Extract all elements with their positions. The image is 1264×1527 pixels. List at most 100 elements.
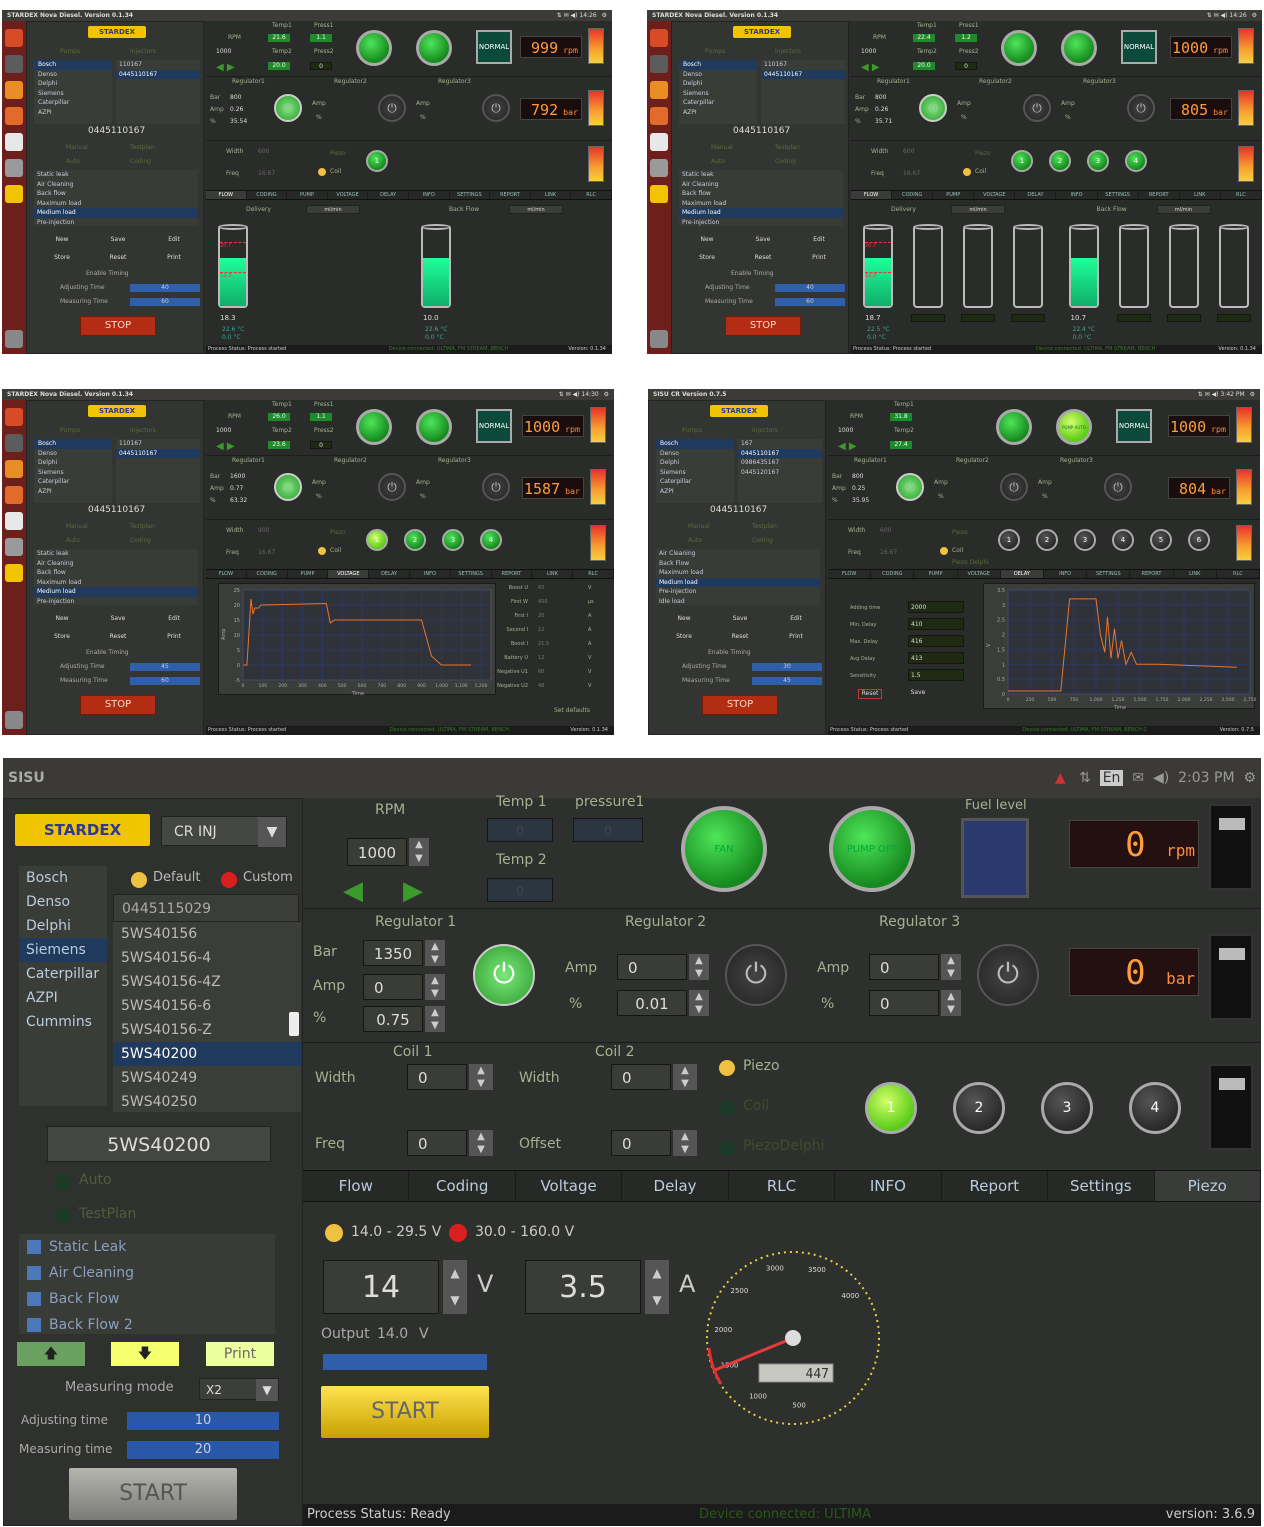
stardex-icon[interactable] [5,564,23,582]
reg3-percent-input[interactable]: 0 [869,990,939,1016]
store-button[interactable]: Store [662,633,706,643]
tab-link[interactable]: LINK [532,570,574,578]
bar-input[interactable]: 1350 [363,940,423,966]
regulator1-power-button[interactable]: ⏻ [274,473,302,501]
files-icon[interactable] [5,55,23,73]
print-button[interactable]: Print [774,633,818,643]
pct-input[interactable]: 35.54 [230,118,247,125]
piezo-radio[interactable] [719,1060,735,1076]
ubuntu-icon[interactable] [5,29,23,47]
rpm-input[interactable]: 1000 [216,427,231,434]
manufacturer-item[interactable]: Siemens [34,89,112,99]
test-item[interactable]: Maximum load [679,199,843,209]
tab-coding[interactable]: CODING [247,570,288,578]
pct-input[interactable]: 35.71 [875,118,892,125]
tab-coding[interactable]: Coding [409,1171,516,1201]
test-item[interactable]: Static Leak [19,1234,275,1260]
tab-coding[interactable]: CODING [892,191,934,199]
tab-rlc[interactable]: RLC [1221,191,1262,199]
regulator2-power-button[interactable]: ⏻ [1023,94,1051,122]
injector-search-input[interactable]: 0445115029 [113,894,299,922]
piezo-delphi-radio[interactable] [719,1140,735,1156]
injector-search[interactable]: 110167 [116,60,200,70]
arrow-icons[interactable]: ◀ ▶ [216,441,235,452]
network-icon[interactable]: ⇅ ✉ ◀) [1207,12,1230,19]
manufacturer-item[interactable]: Denso [26,890,107,914]
arrow-left-icon[interactable]: ◀ [343,876,363,906]
tab-coding[interactable]: CODING [871,570,915,578]
test-item[interactable]: Back flow [34,189,198,199]
save-button[interactable]: Save [96,236,140,246]
fan-button[interactable]: FAN [681,806,767,892]
tab-flow[interactable]: Flow [303,1171,410,1201]
reset-button[interactable]: Reset [741,254,785,264]
voltage-input[interactable]: 14 [323,1260,439,1314]
save-button[interactable]: Save [96,615,140,625]
settings-icon[interactable] [650,159,668,177]
width-input[interactable]: 600 [903,148,914,155]
test-item[interactable]: Air Cleaning [34,180,198,190]
manufacturer-item[interactable]: Siemens [19,938,107,962]
coil-button-3[interactable]: 3 [442,529,464,551]
injector-type-select[interactable]: CR INJ ▼ [161,816,287,847]
manufacturer-item[interactable]: Siemens [656,468,734,478]
test-item[interactable]: Static leak [679,170,843,180]
measuring-time-input[interactable]: 60 [775,298,845,306]
tab-pump[interactable]: PUMP [288,570,329,578]
injector-search[interactable]: 110167 [116,439,200,449]
network-icon[interactable]: ⇅ ✉ ◀) [559,391,582,398]
regulator1-power-button[interactable]: ⏻ [919,94,947,122]
manufacturer-item[interactable]: Cummins [26,1010,107,1034]
freq-input[interactable]: 16.67 [258,549,275,556]
pump-button[interactable] [1061,30,1097,66]
coil-button-2[interactable]: 2 [404,529,426,551]
tab-report[interactable]: REPORT [1139,191,1180,199]
tab-flow[interactable]: FLOW [206,570,247,578]
manufacturer-list[interactable]: Bosch Denso Delphi Siemens Caterpillar AZPI [679,60,757,124]
test-item[interactable]: Air Cleaning [679,180,843,190]
test-item[interactable]: Air Cleaning [656,549,820,559]
param-value[interactable]: 48 [538,683,544,689]
coil-button-4[interactable]: 4 [1112,529,1134,551]
tab-settings[interactable]: Settings [1048,1171,1155,1201]
arrow-right-icon[interactable]: ▶ [403,876,423,906]
firefox-icon[interactable] [650,81,668,99]
gear-icon[interactable]: ⚙ [602,391,609,398]
fan-button[interactable] [1001,30,1037,66]
amazon-icon[interactable] [5,133,23,151]
injector-item[interactable]: 5WS40156-4Z [113,970,301,994]
measuring-time-input[interactable]: 60 [130,298,200,306]
manufacturer-item[interactable]: Caterpillar [26,962,107,986]
width-stepper-1[interactable]: ▲ ▼ [469,1064,493,1090]
tab-flow[interactable]: FLOW [851,191,893,199]
tab-rlc[interactable]: RLC [729,1171,836,1201]
width-input[interactable]: 900 [258,527,269,534]
default-radio[interactable] [131,872,147,888]
tab-report[interactable]: REPORT [1130,570,1174,578]
backflow-unit-select[interactable]: ml/min [1156,205,1211,214]
tab-settings[interactable]: SETTINGS [450,191,491,199]
measuring-time-input[interactable]: 20 [127,1441,279,1459]
manufacturer-item[interactable]: Bosch [34,439,112,449]
test-item[interactable]: Pre-injection [34,218,198,226]
test-list[interactable]: Static Leak Air Cleaning Back Flow Back Flo… [19,1234,275,1334]
stop-button[interactable]: STOP [702,695,778,715]
injector-list[interactable]: 110167 0445110167 [116,439,200,503]
adjusting-time-input[interactable]: 10 [127,1412,279,1430]
coil-radio[interactable] [940,547,948,555]
stop-button[interactable]: STOP [80,316,156,336]
delay-value[interactable]: 1.5 [908,669,964,681]
stop-button[interactable]: STOP [80,695,156,715]
software-icon[interactable] [650,107,668,125]
manufacturer-item[interactable]: AZPI [34,108,112,118]
amazon-icon[interactable] [650,133,668,151]
coil-button-3[interactable]: 3 [1087,150,1109,172]
regulator2-power-button[interactable]: ⏻ [1000,473,1028,501]
start-button-main[interactable]: START [321,1386,489,1438]
trash-icon[interactable] [650,330,668,348]
reg3-amp-stepper[interactable]: ▲ ▼ [941,954,961,980]
amp-input[interactable]: 0.26 [230,106,243,113]
tab-delay[interactable]: Delay [622,1171,729,1201]
test-item[interactable]: Back flow [679,189,843,199]
width-input-1[interactable]: 0 [407,1064,467,1090]
